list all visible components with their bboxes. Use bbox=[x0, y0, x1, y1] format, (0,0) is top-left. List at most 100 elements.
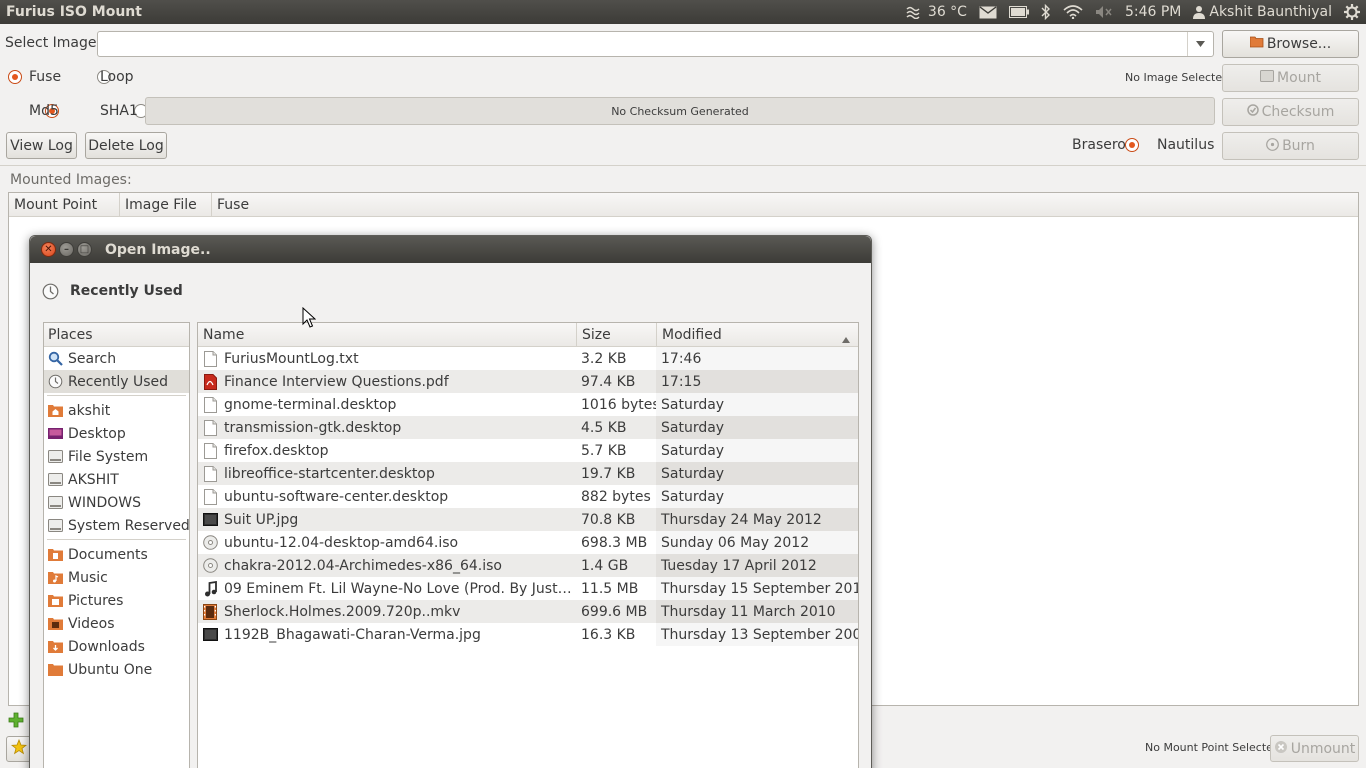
file-list-header: Name Size Modified bbox=[198, 323, 858, 347]
burn-button[interactable]: Burn bbox=[1222, 132, 1359, 160]
unmount-button[interactable]: Unmount bbox=[1270, 735, 1359, 762]
places-item-system-reserved[interactable]: System Reserved bbox=[44, 514, 190, 537]
brasero-label[interactable]: Brasero bbox=[1072, 137, 1126, 153]
col-modified-label: Modified bbox=[662, 326, 722, 343]
md5-label[interactable]: Md5 bbox=[29, 103, 59, 119]
file-name-cell[interactable]: 1192B_Bhagawati-Charan-Verma.jpg bbox=[198, 623, 576, 646]
videos-folder-icon bbox=[47, 616, 63, 632]
text-file-icon bbox=[202, 442, 218, 459]
file-row[interactable]: Suit UP.jpg 70.8 KB Thursday 24 May 2012 bbox=[198, 508, 858, 531]
wifi-icon[interactable] bbox=[1063, 5, 1083, 19]
file-row[interactable]: libreoffice-startcenter.desktop 19.7 KB Sa… bbox=[198, 462, 858, 485]
loop-label[interactable]: Loop bbox=[100, 69, 134, 85]
file-name-cell[interactable]: gnome-terminal.desktop bbox=[198, 393, 576, 416]
unmount-label: Unmount bbox=[1290, 740, 1356, 757]
clock[interactable]: 5:46 PM bbox=[1125, 4, 1181, 20]
user-icon bbox=[1193, 6, 1206, 19]
video-file-icon bbox=[202, 603, 218, 620]
pictures-folder-icon bbox=[47, 593, 63, 609]
fuse-radio[interactable] bbox=[8, 70, 22, 84]
file-modified: Sunday 06 May 2012 bbox=[656, 531, 858, 554]
fuse-label[interactable]: Fuse bbox=[29, 69, 61, 85]
col-mount-point[interactable]: Mount Point bbox=[9, 193, 120, 216]
file-row[interactable]: firefox.desktop 5.7 KB Saturday bbox=[198, 439, 858, 462]
user-menu[interactable]: Akshit Baunthiyal bbox=[1193, 4, 1332, 20]
app-title: Furius ISO Mount bbox=[6, 4, 142, 20]
add-icon[interactable] bbox=[8, 712, 24, 732]
view-log-button[interactable]: View Log bbox=[6, 132, 77, 159]
places-item-music[interactable]: Music bbox=[44, 566, 189, 589]
mail-icon[interactable] bbox=[979, 5, 997, 19]
file-row[interactable]: chakra-2012.04-Archimedes-x86_64.iso 1.4 … bbox=[198, 554, 858, 577]
places-item-documents[interactable]: Documents bbox=[44, 543, 189, 566]
file-name-cell[interactable]: libreoffice-startcenter.desktop bbox=[198, 462, 576, 485]
file-size: 11.5 MB bbox=[581, 580, 639, 597]
documents-folder-icon bbox=[47, 547, 63, 563]
maximize-icon[interactable]: □ bbox=[77, 242, 92, 257]
file-name-cell[interactable]: Finance Interview Questions.pdf bbox=[198, 370, 576, 393]
file-modified: 17:46 bbox=[656, 347, 858, 370]
file-size: 1016 bytes bbox=[581, 396, 656, 413]
places-item-videos[interactable]: Videos bbox=[44, 612, 189, 635]
image-path-combo[interactable] bbox=[97, 31, 1214, 57]
pdf-file-icon bbox=[202, 373, 218, 390]
burn-disc-icon bbox=[1266, 137, 1279, 155]
file-name-cell[interactable]: 09 Eminem Ft. Lil Wayne-No Love (Prod. B… bbox=[198, 577, 576, 600]
delete-log-button[interactable]: Delete Log bbox=[85, 132, 167, 159]
file-row[interactable]: ubuntu-software-center.desktop 882 bytes S… bbox=[198, 485, 858, 508]
col-fuse[interactable]: Fuse bbox=[212, 193, 1358, 216]
browse-button[interactable]: Browse... bbox=[1222, 30, 1359, 58]
drive-icon bbox=[1260, 70, 1275, 86]
nautilus-label[interactable]: Nautilus bbox=[1157, 137, 1214, 153]
mounted-images-header: Mount Point Image File Fuse bbox=[9, 193, 1358, 217]
checksum-button[interactable]: Checksum bbox=[1222, 98, 1359, 126]
col-name[interactable]: Name bbox=[198, 323, 577, 346]
file-name-cell[interactable]: FuriusMountLog.txt bbox=[198, 347, 576, 370]
places-item-search[interactable]: Search bbox=[44, 347, 189, 370]
col-image-file[interactable]: Image File bbox=[120, 193, 212, 216]
weather-indicator[interactable]: 36 °C bbox=[906, 4, 967, 20]
file-name-cell[interactable]: firefox.desktop bbox=[198, 439, 576, 462]
places-item-ubuntu-one[interactable]: Ubuntu One bbox=[44, 658, 189, 681]
brasero-radio[interactable] bbox=[1124, 138, 1139, 152]
close-icon[interactable]: ✕ bbox=[41, 242, 56, 257]
file-name: firefox.desktop bbox=[224, 442, 329, 459]
file-row[interactable]: gnome-terminal.desktop 1016 bytes Saturday bbox=[198, 393, 858, 416]
file-name-cell[interactable]: ubuntu-12.04-desktop-amd64.iso bbox=[198, 531, 576, 554]
chevron-down-icon[interactable] bbox=[1187, 32, 1213, 56]
places-item-akshit[interactable]: akshit bbox=[44, 399, 189, 422]
file-row[interactable]: FuriusMountLog.txt 3.2 KB 17:46 bbox=[198, 347, 858, 370]
file-name-cell[interactable]: chakra-2012.04-Archimedes-x86_64.iso bbox=[198, 554, 576, 577]
places-item-desktop[interactable]: Desktop bbox=[44, 422, 189, 445]
sha1-label[interactable]: SHA1 bbox=[100, 103, 138, 119]
col-modified[interactable]: Modified bbox=[657, 323, 858, 346]
dialog-titlebar[interactable]: ✕ – □ Open Image.. bbox=[30, 236, 871, 263]
audio-file-icon bbox=[202, 580, 218, 597]
music-folder-icon bbox=[47, 570, 63, 586]
places-item-akshit-drive[interactable]: AKSHIT bbox=[44, 468, 189, 491]
file-name-cell[interactable]: ubuntu-software-center.desktop bbox=[198, 485, 576, 508]
places-item-windows[interactable]: WINDOWS bbox=[44, 491, 189, 514]
file-list[interactable]: Name Size Modified FuriusMountLog.txt 3.2… bbox=[197, 322, 859, 768]
places-item-pictures[interactable]: Pictures bbox=[44, 589, 189, 612]
session-gear-icon[interactable] bbox=[1344, 4, 1360, 20]
file-row[interactable]: transmission-gtk.desktop 4.5 KB Saturday bbox=[198, 416, 858, 439]
file-row[interactable]: Finance Interview Questions.pdf 97.4 KB 17… bbox=[198, 370, 858, 393]
places-item-recently-used[interactable]: Recently Used bbox=[44, 370, 189, 393]
places-item-file-system[interactable]: File System bbox=[44, 445, 189, 468]
minimize-icon[interactable]: – bbox=[59, 242, 74, 257]
file-name-cell[interactable]: transmission-gtk.desktop bbox=[198, 416, 576, 439]
volume-muted-icon[interactable] bbox=[1095, 5, 1113, 19]
file-row[interactable]: 1192B_Bhagawati-Charan-Verma.jpg 16.3 KB T… bbox=[198, 623, 858, 646]
file-row[interactable]: 09 Eminem Ft. Lil Wayne-No Love (Prod. B… bbox=[198, 577, 858, 600]
system-tray: 36 °C 5:46 PM Akshit Baunthiyal bbox=[906, 0, 1366, 24]
file-name-cell[interactable]: Sherlock.Holmes.2009.720p..mkv bbox=[198, 600, 576, 623]
file-name-cell[interactable]: Suit UP.jpg bbox=[198, 508, 576, 531]
places-item-downloads[interactable]: Downloads bbox=[44, 635, 189, 658]
battery-icon[interactable] bbox=[1008, 6, 1029, 18]
file-row[interactable]: ubuntu-12.04-desktop-amd64.iso 698.3 MB Su… bbox=[198, 531, 858, 554]
bluetooth-icon[interactable] bbox=[1041, 4, 1051, 20]
col-size[interactable]: Size bbox=[577, 323, 657, 346]
file-row[interactable]: Sherlock.Holmes.2009.720p..mkv 699.6 MB Th… bbox=[198, 600, 858, 623]
mount-button[interactable]: Mount bbox=[1222, 64, 1359, 92]
